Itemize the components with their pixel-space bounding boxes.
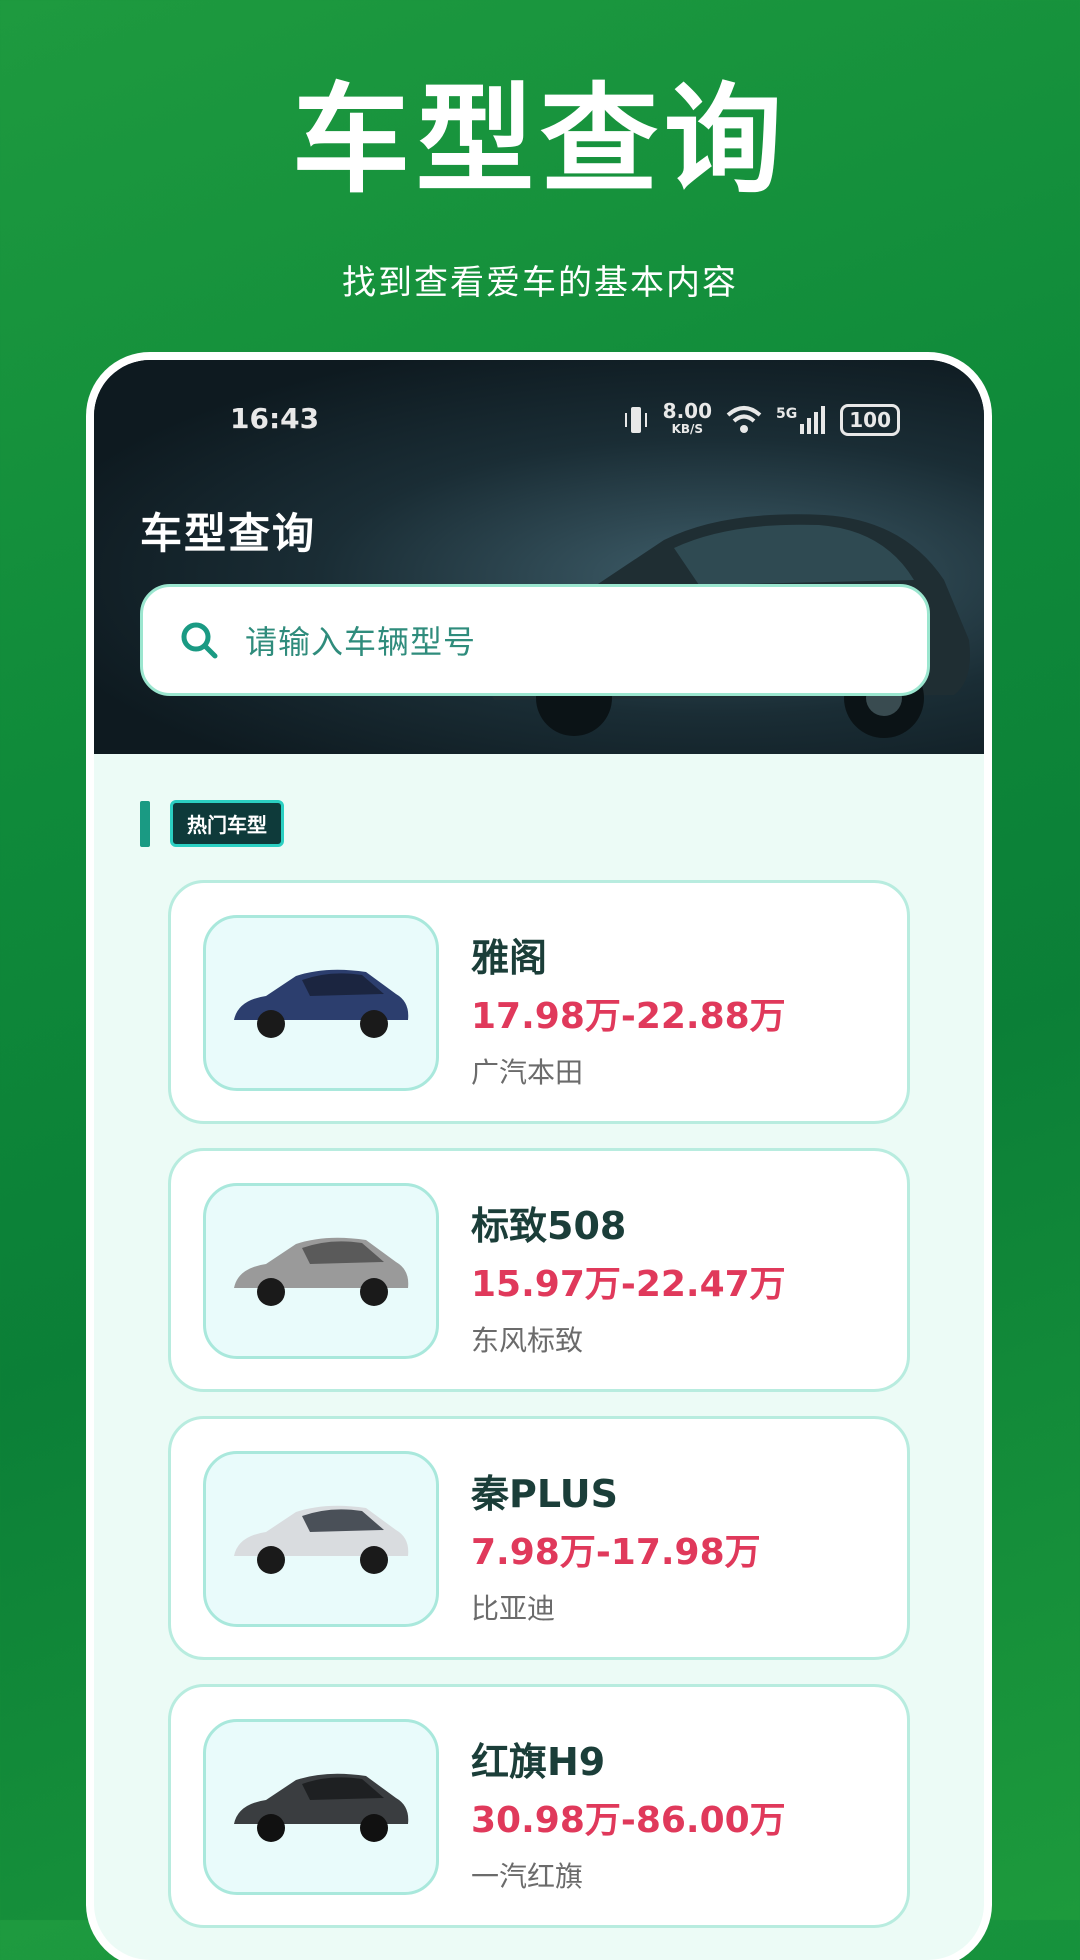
status-time: 16:43 — [230, 402, 320, 435]
car-image — [234, 1505, 409, 1574]
car-maker: 东风标致 — [471, 1324, 584, 1357]
signal-indicator: 5G — [776, 406, 826, 434]
section-accent-bar — [140, 800, 150, 847]
hero-banner: 16:43 8.00 KB/S 5G 100 车型查询 请输入车辆型号 — [94, 360, 984, 754]
car-name: 秦PLUS — [471, 1472, 618, 1516]
vibrate-icon — [624, 407, 647, 433]
phone-frame: 16:43 8.00 KB/S 5G 100 车型查询 请输入车辆型号 热门车型… — [94, 360, 984, 1960]
car-name: 标致508 — [471, 1204, 627, 1248]
status-bar: 16:43 8.00 KB/S 5G 100 — [94, 401, 984, 442]
status-icons: 8.00 KB/S 5G 100 — [623, 401, 900, 438]
signal-icon — [800, 406, 826, 434]
search-icon — [181, 622, 218, 659]
search-input[interactable]: 请输入车辆型号 — [140, 584, 930, 696]
car-card[interactable]: 秦PLUS 7.98万-17.98万 比亚迪 — [168, 1416, 910, 1660]
car-image — [234, 969, 409, 1038]
car-thumbnail — [203, 915, 439, 1091]
car-name: 红旗H9 — [471, 1740, 606, 1784]
car-card[interactable]: 雅阁 17.98万-22.88万 广汽本田 — [168, 880, 910, 1124]
page-title: 车型查询 — [140, 509, 317, 558]
car-thumbnail — [203, 1451, 439, 1627]
car-thumbnail — [203, 1183, 439, 1359]
wifi-icon — [726, 406, 762, 433]
car-image — [234, 1773, 409, 1842]
car-maker: 比亚迪 — [471, 1592, 556, 1625]
car-name: 雅阁 — [471, 936, 548, 980]
car-card[interactable]: 红旗H9 30.98万-86.00万 一汽红旗 — [168, 1684, 910, 1928]
car-maker: 广汽本田 — [471, 1056, 584, 1089]
car-price: 17.98万-22.88万 — [471, 996, 786, 1037]
promo-subtitle: 找到查看爱车的基本内容 — [342, 263, 738, 303]
car-price: 15.97万-22.47万 — [471, 1264, 786, 1305]
network-type: 5G — [776, 406, 798, 422]
car-card[interactable]: 标致508 15.97万-22.47万 东风标致 — [168, 1148, 910, 1392]
car-thumbnail — [203, 1719, 439, 1895]
promo-title: 车型查询 — [291, 71, 788, 209]
car-price: 7.98万-17.98万 — [471, 1532, 761, 1573]
search-placeholder: 请输入车辆型号 — [245, 623, 477, 661]
network-speed: 8.00 KB/S — [663, 401, 712, 438]
car-price: 30.98万-86.00万 — [471, 1800, 786, 1841]
section-badge: 热门车型 — [170, 800, 284, 847]
car-list: 雅阁 17.98万-22.88万 广汽本田 标致508 15.97万-22.47… — [168, 880, 910, 1952]
battery-indicator: 100 — [840, 404, 900, 436]
car-maker: 一汽红旗 — [471, 1860, 584, 1893]
car-image — [234, 1237, 409, 1306]
section-header: 热门车型 — [140, 800, 284, 847]
